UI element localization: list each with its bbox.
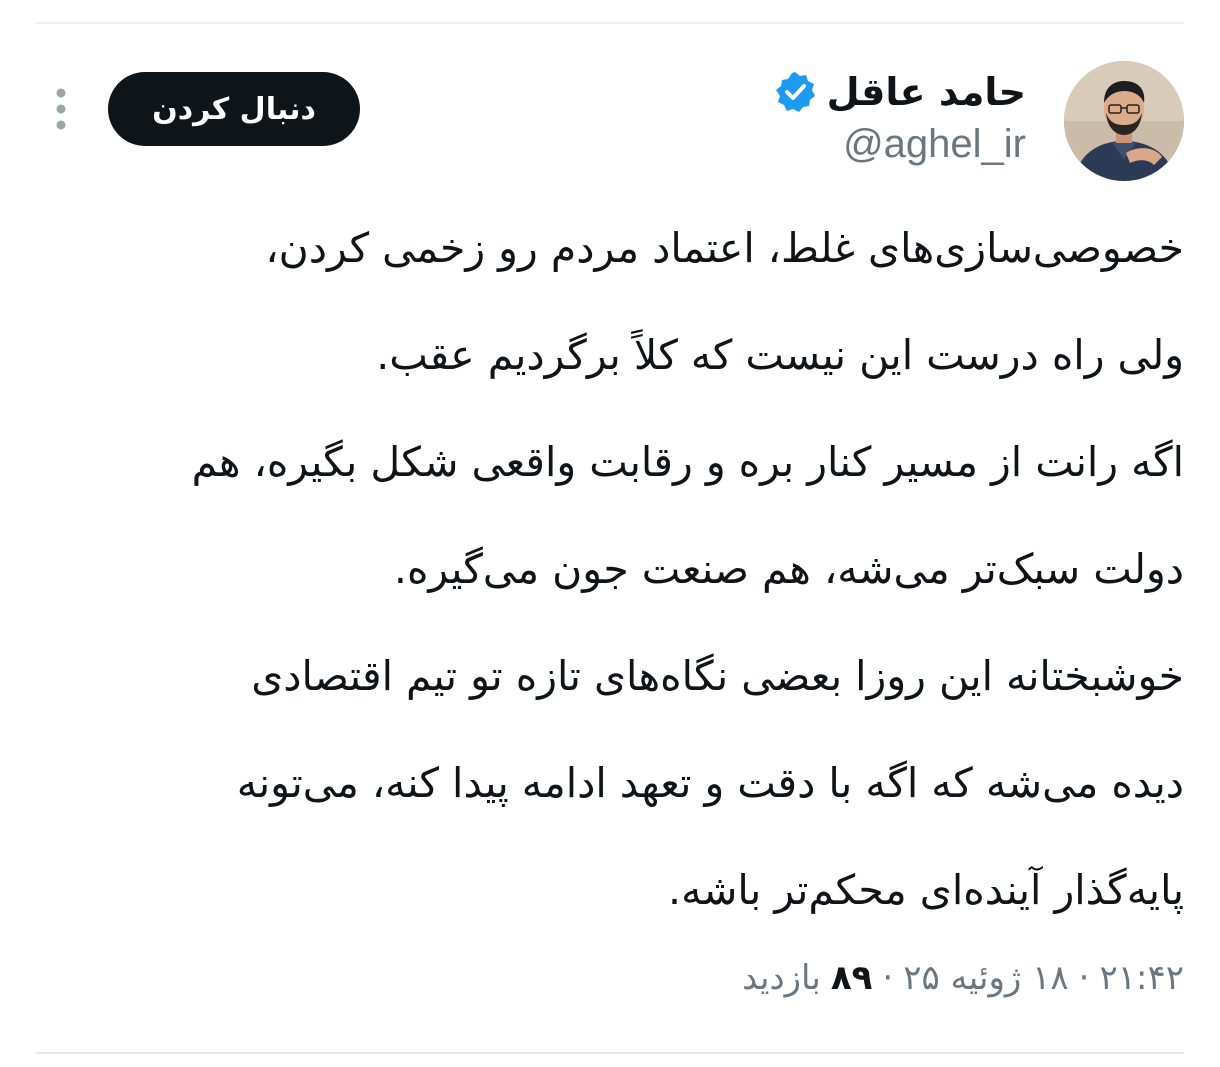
- avatar[interactable]: [1064, 61, 1184, 181]
- meta-separator: ·: [1078, 958, 1090, 998]
- meta-separator: ·: [882, 958, 894, 998]
- tweet-text-line: پایه‌گذار آینده‌ای محکم‌تر باشه.: [668, 866, 1184, 914]
- views-count[interactable]: ۸۹: [831, 958, 873, 998]
- tweet-page: حامد عاقل @aghel_ir دنبال کردن خصوصی‌ساز…: [0, 0, 1220, 1067]
- tweet-text-line: دولت سبک‌تر می‌شه، هم صنعت جون می‌گیره.: [393, 545, 1184, 593]
- tweet-text-line: دیده می‌شه که اگه با دقت و تعهد ادامه پی…: [236, 759, 1184, 807]
- tweet-date[interactable]: ۱۸ ژوئیه ۲۵: [903, 958, 1068, 998]
- top-divider: [36, 22, 1184, 24]
- verified-badge-icon[interactable]: [773, 70, 817, 114]
- tweet-time[interactable]: ۲۱:۴۲: [1099, 958, 1184, 998]
- more-vertical-icon[interactable]: [50, 86, 72, 132]
- views-label[interactable]: بازدید: [742, 958, 821, 998]
- tweet-text: خصوصی‌سازی‌های غلط، اعتماد مردم رو زخمی …: [36, 195, 1184, 944]
- author-display-name[interactable]: حامد عاقل: [827, 70, 1026, 114]
- tweet-text-line: خوشبختانه این روزا بعضی نگاه‌های تازه تو…: [251, 652, 1184, 700]
- tweet-meta: ۲۱:۴۲ · ۱۸ ژوئیه ۲۵ · ۸۹ بازدید: [742, 948, 1184, 1008]
- bottom-divider: [36, 1052, 1184, 1054]
- author-handle[interactable]: @aghel_ir: [843, 122, 1026, 167]
- tweet-text-line: اگه رانت از مسیر کنار بره و رقابت واقعی …: [191, 438, 1184, 486]
- author-name-row[interactable]: حامد عاقل: [773, 62, 1026, 122]
- tweet-text-line: ولی راه درست این نیست که کلاً برگردیم عق…: [376, 331, 1184, 379]
- tweet-text-line: خصوصی‌سازی‌های غلط، اعتماد مردم رو زخمی …: [265, 224, 1184, 272]
- follow-button[interactable]: دنبال کردن: [108, 72, 360, 146]
